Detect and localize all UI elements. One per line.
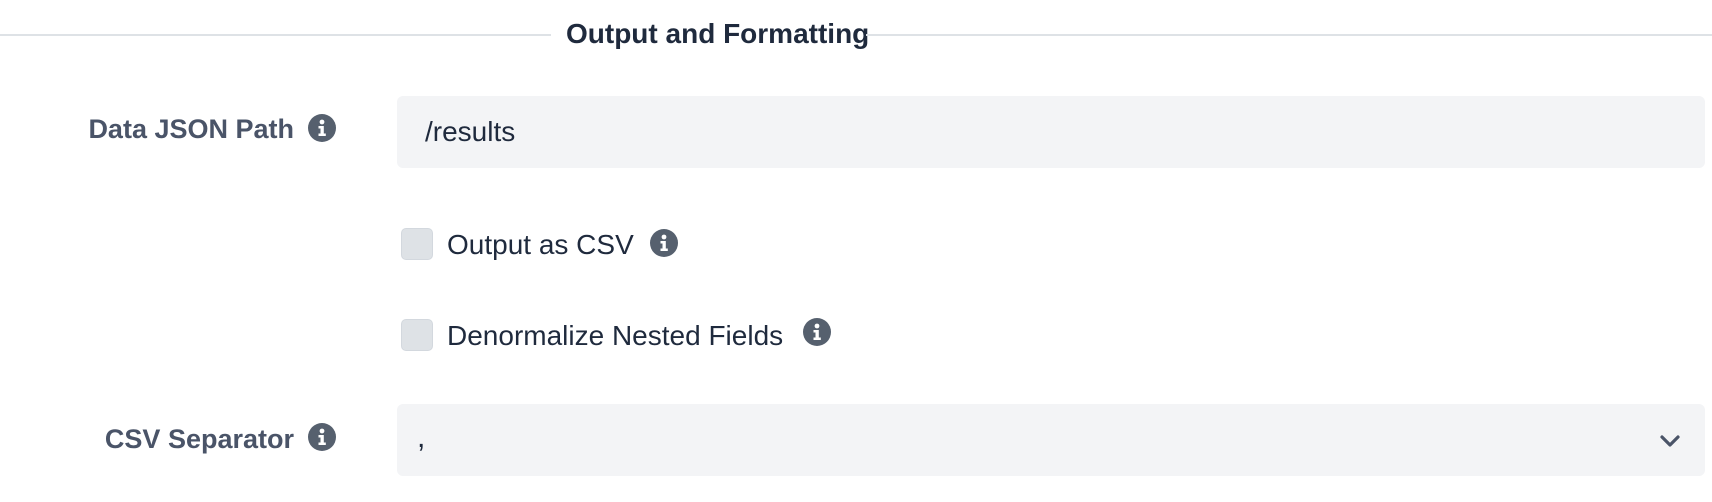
data-json-path-label: Data JSON Path [88, 114, 294, 144]
info-icon[interactable] [650, 229, 678, 257]
csv-separator-value: , [417, 421, 426, 454]
output-as-csv-label[interactable]: Output as CSV [447, 225, 634, 265]
info-icon[interactable] [308, 114, 336, 142]
denormalize-nested-fields-label[interactable]: Denormalize Nested Fields [447, 316, 783, 356]
data-json-path-input[interactable] [397, 96, 1705, 168]
csv-separator-select[interactable]: , [397, 404, 1705, 476]
output-as-csv-checkbox[interactable] [401, 228, 433, 260]
info-icon[interactable] [803, 318, 831, 346]
chevron-down-icon [1660, 435, 1680, 447]
section-header: Output and Formatting [0, 14, 1712, 54]
denormalize-nested-fields-checkbox[interactable] [401, 319, 433, 351]
info-icon[interactable] [308, 423, 336, 451]
section-divider-right [866, 34, 1712, 36]
section-divider-left [0, 34, 551, 36]
csv-separator-label: CSV Separator [104, 424, 294, 454]
section-title: Output and Formatting [566, 18, 870, 49]
